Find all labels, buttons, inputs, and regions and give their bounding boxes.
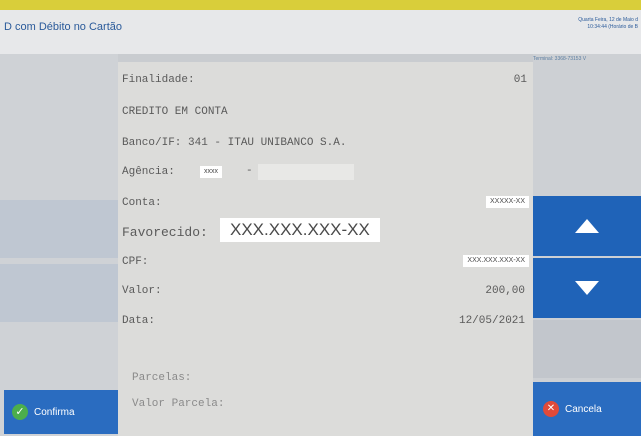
right-side-panel xyxy=(533,320,641,378)
datetime-display: Quarta Feira, 12 de Maio d 10:34:44 (Hor… xyxy=(578,17,638,31)
parcelas-label: Parcelas: xyxy=(132,372,192,384)
time-text: 10:34:44 (Horário de B xyxy=(587,24,638,30)
agencia-digit-redaction xyxy=(258,164,354,180)
arrow-up-icon xyxy=(575,219,599,233)
data-label: Data: xyxy=(122,315,156,327)
close-icon: ✕ xyxy=(543,401,559,417)
page-title: D com Débito no Cartão xyxy=(4,21,122,33)
agencia-separator: - xyxy=(246,165,253,177)
confirm-label: Confirma xyxy=(34,406,75,418)
terminal-id: Terminal: 3368-73153 V xyxy=(533,56,587,62)
cancel-label: Cancela xyxy=(565,403,602,415)
banco-line: Banco/IF: 341 - ITAU UNIBANCO S.A. xyxy=(122,137,347,149)
valor-label: Valor: xyxy=(122,285,162,297)
favorecido-label: Favorecido: xyxy=(122,225,208,240)
receipt-panel: Finalidade: 01 CREDITO EM CONTA Banco/IF… xyxy=(118,62,533,436)
cpf-label: CPF: xyxy=(122,256,149,268)
conta-masked-value: XXXXX-XX xyxy=(485,196,529,208)
cancel-button[interactable]: ✕ Cancela xyxy=(533,382,641,436)
conta-label: Conta: xyxy=(122,197,162,209)
finalidade-label: Finalidade: xyxy=(122,74,195,86)
left-side-panel-1 xyxy=(0,200,118,258)
date-text: Quarta Feira, 12 de Maio d xyxy=(578,17,638,23)
valor-value: 200,00 xyxy=(485,285,525,297)
arrow-down-icon xyxy=(575,281,599,295)
scroll-down-button[interactable] xyxy=(533,258,641,318)
top-accent-bar xyxy=(0,0,641,10)
favorecido-masked-value: XXX.XXX.XXX-XX xyxy=(220,218,380,242)
agencia-label: Agência: xyxy=(122,166,175,178)
tipo-transferencia: CREDITO EM CONTA xyxy=(122,106,228,118)
valor-parcela-label: Valor Parcela: xyxy=(132,398,225,410)
left-side-panel-2 xyxy=(0,264,118,322)
agencia-masked-value: xxxx xyxy=(200,166,222,178)
finalidade-value: 01 xyxy=(513,74,527,86)
confirm-button[interactable]: ✓ Confirma xyxy=(4,390,118,434)
scroll-up-button[interactable] xyxy=(533,196,641,256)
data-value: 12/05/2021 xyxy=(458,315,525,327)
check-icon: ✓ xyxy=(12,404,28,420)
cpf-masked-value: XXX.XXX.XXX-XX xyxy=(463,255,529,267)
